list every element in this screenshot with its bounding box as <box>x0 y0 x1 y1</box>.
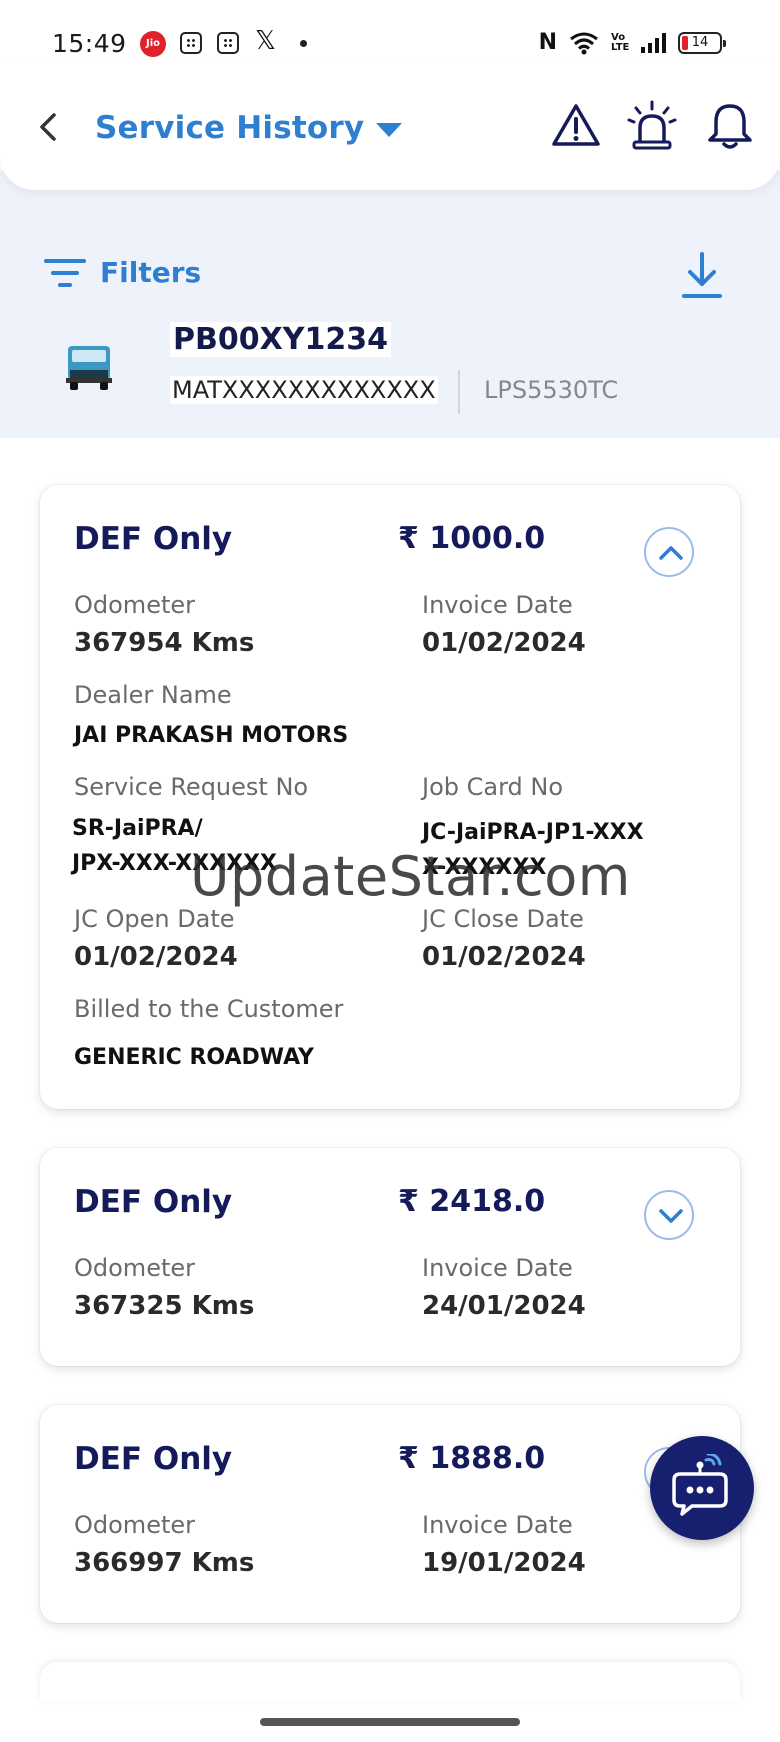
chatbot-button[interactable] <box>650 1436 754 1540</box>
nfc-icon: N <box>538 30 557 55</box>
app-header: Service History <box>0 60 780 190</box>
x-app-icon: 𝕏 <box>255 26 276 56</box>
chevron-down-icon <box>376 123 403 137</box>
invoice-date-value: 24/01/2024 <box>422 1291 586 1321</box>
jc-close-date-label: JC Close Date <box>422 905 584 933</box>
home-indicator[interactable] <box>260 1718 520 1726</box>
vehicle-registration: PB00XY1234 <box>170 322 391 357</box>
watermark: UpdateStar.com <box>190 845 631 908</box>
back-icon[interactable] <box>34 107 64 147</box>
record-title: DEF Only <box>74 1441 233 1477</box>
invoice-date-label: Invoice Date <box>422 591 573 619</box>
odometer-label: Odometer <box>74 1511 195 1539</box>
dealer-name-value: JAI PRAKASH MOTORS <box>74 723 349 748</box>
truck-icon <box>66 346 112 390</box>
record-amount: ₹ 2418.0 <box>398 1184 546 1219</box>
alarm-siren-icon[interactable] <box>626 100 678 152</box>
dealer-name-label: Dealer Name <box>74 681 232 709</box>
odometer-value: 367954 Kms <box>74 628 255 658</box>
invoice-date-label: Invoice Date <box>422 1254 573 1282</box>
notification-dot-icon <box>300 40 307 47</box>
volte-icon: Vo LTE <box>611 31 630 53</box>
chevron-down-icon <box>659 1209 683 1223</box>
odometer-value: 366997 Kms <box>74 1548 255 1578</box>
odometer-value: 367325 Kms <box>74 1291 255 1321</box>
invoice-date-value: 19/01/2024 <box>422 1548 586 1578</box>
warning-icon[interactable] <box>550 100 602 152</box>
record-title: DEF Only <box>74 521 233 557</box>
status-time: 15:49 <box>52 29 127 58</box>
billed-to-label: Billed to the Customer <box>74 995 344 1023</box>
page-title: Service History <box>95 110 365 146</box>
filter-icon <box>44 258 86 287</box>
download-icon[interactable] <box>680 250 724 300</box>
chatbot-icon <box>672 1454 728 1516</box>
app-grid-icon <box>217 32 239 54</box>
service-request-no-label: Service Request No <box>74 773 309 801</box>
jc-open-date-value: 01/02/2024 <box>74 942 238 972</box>
vehicle-model: LPS5530TC <box>484 376 619 404</box>
service-record-card[interactable]: DEF Only ₹ 2418.0 Odometer Invoice Date … <box>40 1148 740 1366</box>
expand-button[interactable] <box>644 1190 694 1240</box>
vehicle-section: Filters PB00XY1234 MATXXXXXXXXXXXXX LPS5… <box>0 170 780 438</box>
collapse-button[interactable] <box>644 527 694 577</box>
record-amount: ₹ 1888.0 <box>398 1441 546 1476</box>
record-title: DEF Only <box>74 1184 233 1220</box>
jc-open-date-label: JC Open Date <box>74 905 235 933</box>
filters-button[interactable]: Filters <box>44 256 201 289</box>
app-grid-icon <box>180 32 202 54</box>
battery-icon: 14 <box>678 31 726 54</box>
chevron-up-icon <box>659 546 683 560</box>
billed-to-value: GENERIC ROADWAY <box>74 1045 314 1070</box>
filters-label: Filters <box>100 256 202 289</box>
status-icons: N Vo LTE 14 <box>538 30 726 55</box>
invoice-date-label: Invoice Date <box>422 1511 573 1539</box>
odometer-label: Odometer <box>74 1254 195 1282</box>
bell-icon[interactable] <box>704 100 756 152</box>
job-card-no-label: Job Card No <box>422 773 564 801</box>
record-amount: ₹ 1000.0 <box>398 521 546 556</box>
signal-icon <box>641 32 666 53</box>
divider <box>458 370 460 414</box>
service-record-card[interactable]: DEF Only ₹ 1000.0 Odometer Invoice Date … <box>40 485 740 1109</box>
invoice-date-value: 01/02/2024 <box>422 628 586 658</box>
jc-close-date-value: 01/02/2024 <box>422 942 586 972</box>
service-request-no-value: SR-JaiPRA/ <box>72 816 203 841</box>
jio-icon: Jio <box>140 31 166 57</box>
page-title-dropdown[interactable]: Service History <box>95 110 403 146</box>
service-record-card[interactable]: DEF Only ₹ 1888.0 Odometer Invoice Date … <box>40 1405 740 1623</box>
wifi-icon <box>570 32 598 54</box>
odometer-label: Odometer <box>74 591 195 619</box>
service-record-card-partial[interactable] <box>40 1662 740 1702</box>
vehicle-chassis-number: MATXXXXXXXXXXXXX <box>170 376 438 404</box>
